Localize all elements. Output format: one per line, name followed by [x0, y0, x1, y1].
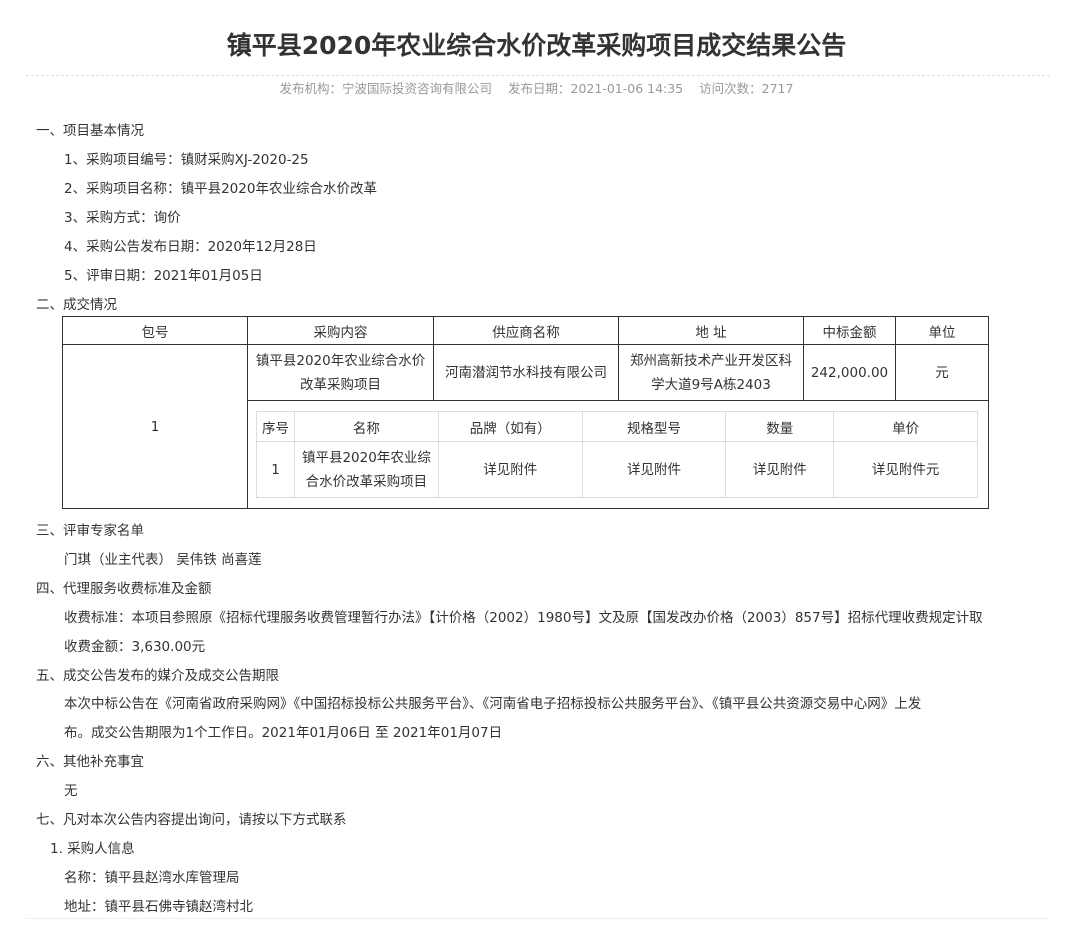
sub-header-cell: 品牌（如有） [437, 411, 583, 442]
page-title: 镇平县2020年农业综合水价改革采购项目成交结果公告 [226, 31, 847, 60]
header-cell: 包号 [61, 316, 249, 345]
project-number: 1、采购项目编号：镇财采购XJ-2020-25 [64, 152, 309, 168]
expert-list: 门琪（业主代表） 吴伟铁 尚喜莲 [64, 552, 262, 568]
other-matters: 无 [64, 783, 78, 799]
item-detail-table: 序号 名称 品牌（如有） 规格型号 数量 单价 1 镇平县2020年农业综 合水价… [256, 411, 979, 498]
item-qty: 详见附件 [725, 441, 835, 498]
section-heading-1: 一、项目基本情况 [36, 123, 144, 139]
media-text-line-2: 布。成交公告期限为1个工作日。2021年01月06日 至 2021年01月07日 [64, 725, 503, 741]
media-text-line-1: 本次中标公告在《河南省政府采购网》《中国招标投标公共服务平台》、《河南省电子招标… [64, 696, 922, 712]
amount-cell: 242,000.00 [802, 344, 896, 401]
section-heading-6: 六、其他补充事宜 [36, 754, 144, 770]
sub-header-cell: 单价 [833, 411, 979, 442]
sub-header-cell: 规格型号 [581, 411, 727, 442]
header-cell: 地 址 [618, 316, 804, 345]
sub-header-cell: 序号 [256, 411, 295, 442]
section-heading-3: 三、评审专家名单 [36, 523, 144, 539]
publish-date: 发布日期：2021-01-06 14:35 [508, 81, 684, 96]
item-name: 镇平县2020年农业综 合水价改革采购项目 [294, 441, 439, 498]
fee-amount: 收费金额：3,630.00元 [64, 639, 206, 655]
visit-count: 访问次数：2717 [699, 81, 794, 96]
table-header-row: 包号 采购内容 供应商名称 地 址 中标金额 单位 [61, 316, 990, 345]
content-cell: 镇平县2020年农业综合水价 改革采购项目 [247, 344, 435, 401]
section-heading-5: 五、成交公告发布的媒介及成交公告期限 [36, 668, 279, 684]
header-cell: 供应商名称 [433, 316, 619, 345]
fee-standard: 收费标准：本项目参照原《招标代理服务收费管理暂行办法》【计价格（2002）198… [64, 610, 983, 626]
item-spec: 详见附件 [581, 441, 727, 498]
section-heading-7: 七、凡对本次公告内容提出询问，请按以下方式联系 [36, 812, 347, 828]
purchaser-info-heading: 1. 采购人信息 [50, 841, 135, 857]
header-cell: 单位 [894, 316, 990, 345]
address-cell: 郑州高新技术产业开发区科 学大道9号A栋2403 [618, 344, 804, 401]
title-divider [26, 75, 1050, 76]
project-name: 2、采购项目名称：镇平县2020年农业综合水价改革 [64, 181, 377, 197]
item-price: 详见附件元 [833, 441, 979, 498]
table-row: 1 镇平县2020年农业综合水价 改革采购项目 河南潜润节水科技有限公司 郑州高新… [61, 344, 990, 509]
purchaser-name: 名称：镇平县赵湾水库管理局 [64, 870, 240, 886]
section-heading-4: 四、代理服务收费标准及金额 [36, 581, 212, 597]
announcement-date: 4、采购公告发布日期：2020年12月28日 [64, 239, 317, 255]
supplier-cell: 河南潜润节水科技有限公司 [433, 344, 619, 401]
sub-row: 1 镇平县2020年农业综 合水价改革采购项目 详见附件 详见附件 详见附件 详见… [256, 441, 979, 498]
item-brand: 详见附件 [437, 441, 583, 498]
result-table: 包号 采购内容 供应商名称 地 址 中标金额 单位 1 镇平县2020年农业综合… [61, 316, 990, 509]
unit-cell: 元 [894, 344, 990, 401]
section-heading-2: 二、成交情况 [36, 297, 117, 313]
sub-header-cell: 数量 [725, 411, 835, 442]
sub-header-cell: 名称 [294, 411, 439, 442]
review-date: 5、评审日期：2021年01月05日 [64, 268, 263, 284]
package-number: 1 [61, 344, 249, 509]
header-cell: 采购内容 [247, 316, 435, 345]
purchaser-address: 地址：镇平县石佛寺镇赵湾村北 [64, 899, 253, 915]
sub-header-row: 序号 名称 品牌（如有） 规格型号 数量 单价 [256, 411, 979, 442]
bottom-divider [26, 918, 1050, 919]
procurement-method: 3、采购方式：询价 [64, 210, 181, 226]
publisher: 发布机构：宁波国际投资咨询有限公司 [279, 81, 493, 96]
meta-bar: 发布机构：宁波国际投资咨询有限公司 发布日期：2021-01-06 14:35 … [0, 78, 1073, 97]
item-no: 1 [256, 441, 295, 498]
header-cell: 中标金额 [802, 316, 896, 345]
